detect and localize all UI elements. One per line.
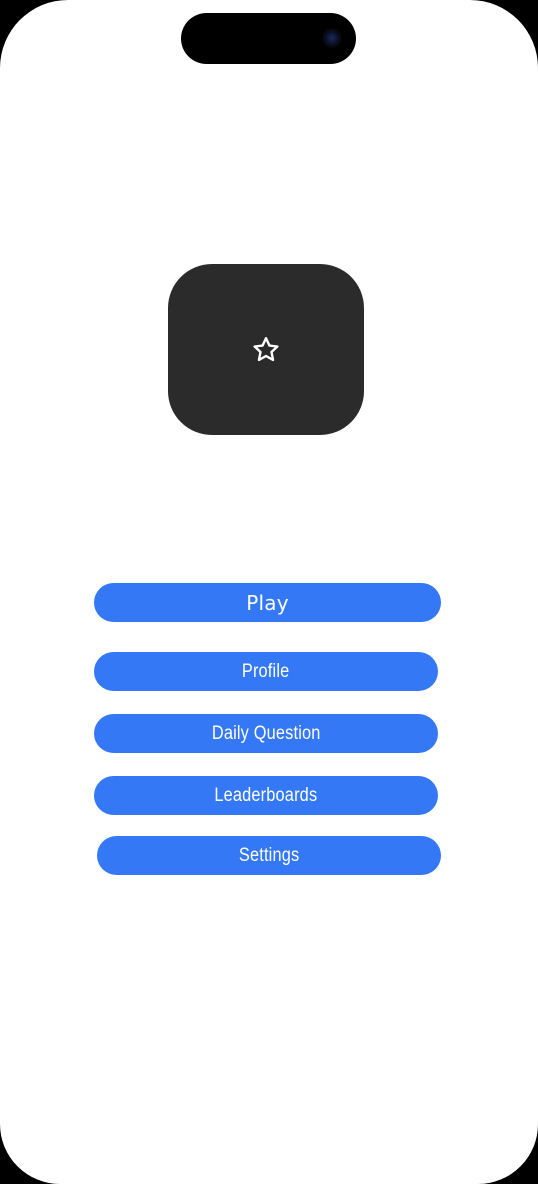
leaderboards-button[interactable]: Leaderboards [94,776,438,815]
profile-button-label: Profile [242,660,290,682]
play-button[interactable]: Play [94,583,441,622]
front-camera-icon [322,28,342,48]
play-button-label: Play [246,590,289,615]
dynamic-island [181,13,356,64]
daily-question-button-label: Daily Question [211,722,321,744]
settings-button[interactable]: Settings [97,836,441,875]
app-logo [168,264,364,435]
star-outline-icon [253,336,279,361]
leaderboards-button-label: Leaderboards [214,784,318,806]
daily-question-button[interactable]: Daily Question [94,714,438,753]
settings-button-label: Settings [238,844,300,866]
profile-button[interactable]: Profile [94,652,438,691]
device-frame: Play Profile Daily Question Leaderboards… [0,0,538,1184]
app-screen: Play Profile Daily Question Leaderboards… [0,0,538,1184]
